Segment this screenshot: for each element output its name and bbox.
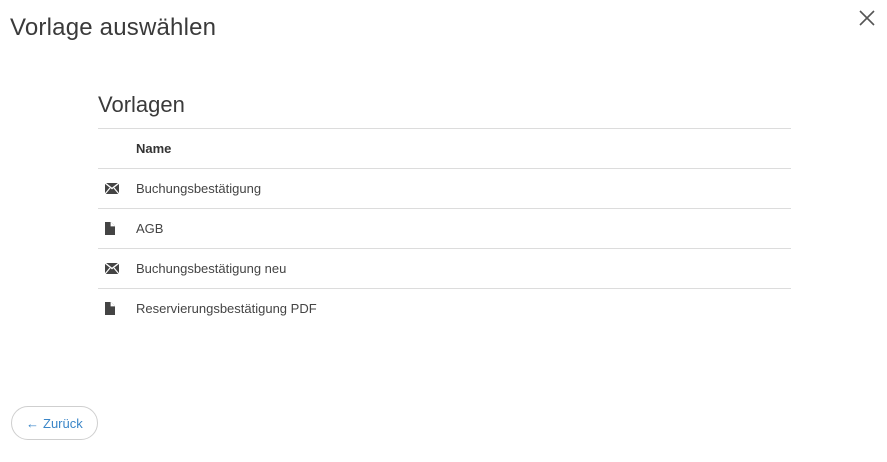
file-icon	[105, 222, 115, 235]
back-button-label: Zurück	[43, 415, 83, 431]
table-header-row: Name	[98, 129, 791, 169]
template-name: Buchungsbestätigung	[136, 181, 262, 196]
dialog-title: Vorlage auswählen	[10, 14, 217, 41]
envelope-icon	[105, 183, 119, 194]
back-arrow-icon: ←	[26, 415, 39, 431]
templates-section: Vorlagen Name Buchungsbestätigung AGB Bu…	[98, 88, 791, 328]
table-row[interactable]: AGB	[98, 209, 791, 249]
template-name: Buchungsbestätigung neu	[136, 261, 287, 276]
template-picker-dialog: Vorlage auswählen Vorlagen Name Buchungs…	[0, 0, 887, 462]
file-icon	[105, 302, 115, 315]
section-title: Vorlagen	[98, 88, 791, 129]
table-row[interactable]: Buchungsbestätigung neu	[98, 249, 791, 289]
close-button[interactable]	[857, 8, 877, 28]
envelope-icon	[105, 263, 119, 274]
template-name: Reservierungsbestätigung PDF	[136, 301, 317, 316]
name-column-header[interactable]: Name	[136, 141, 791, 156]
table-row[interactable]: Buchungsbestätigung	[98, 169, 791, 209]
back-button[interactable]: ← Zurück	[11, 406, 98, 440]
table-row[interactable]: Reservierungsbestätigung PDF	[98, 289, 791, 328]
template-name: AGB	[136, 221, 164, 236]
close-icon	[859, 10, 875, 26]
templates-table: Name Buchungsbestätigung AGB Buchungsbes…	[98, 129, 791, 328]
